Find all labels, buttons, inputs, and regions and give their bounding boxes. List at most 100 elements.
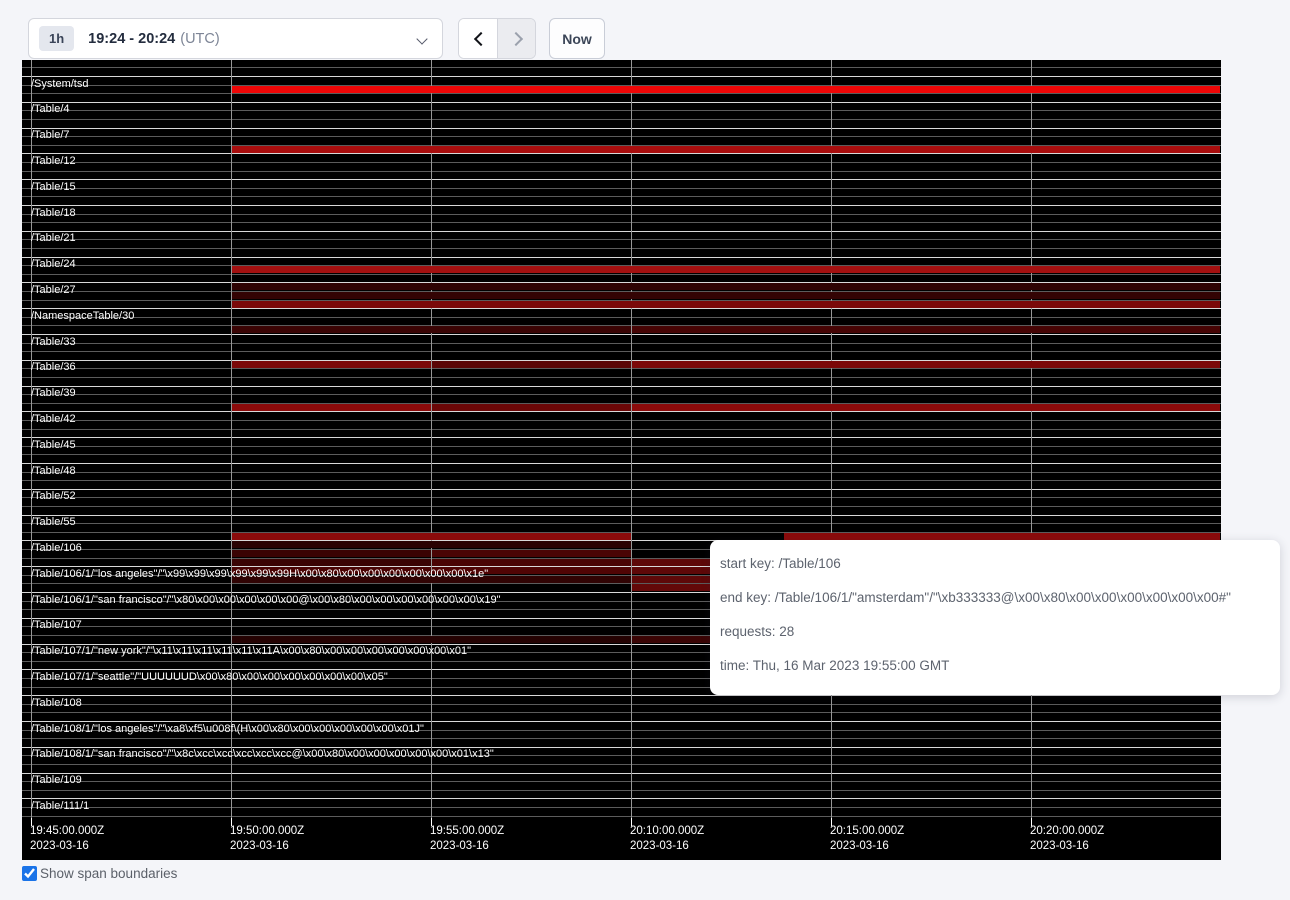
heatmap-row-label: /Table/39 — [31, 388, 76, 399]
grid-line-horizontal — [22, 67, 1221, 68]
axis-date-label: 2023-03-16 — [430, 840, 489, 852]
grid-line-horizontal — [22, 188, 1221, 189]
heat-band[interactable] — [232, 533, 631, 540]
span-boundary-line — [22, 695, 1221, 696]
grid-line-horizontal — [22, 704, 1221, 705]
grid-line-horizontal — [22, 446, 1221, 447]
heatmap-row-label: /Table/52 — [31, 491, 76, 502]
grid-line-horizontal — [22, 136, 1221, 137]
show-span-boundaries-label: Show span boundaries — [40, 866, 177, 881]
footer: Show span boundaries — [22, 866, 177, 881]
heat-band[interactable] — [232, 404, 431, 411]
heat-band[interactable] — [632, 361, 1220, 368]
next-time-button[interactable] — [497, 19, 535, 58]
heat-band[interactable] — [232, 559, 431, 566]
heat-band[interactable] — [432, 361, 631, 368]
grid-line-horizontal — [22, 377, 1221, 378]
heat-band[interactable] — [232, 636, 631, 643]
heat-band[interactable] — [232, 266, 1220, 273]
key-visualizer-heatmap[interactable]: /System/tsd/Table/4/Table/7/Table/12/Tab… — [22, 60, 1221, 860]
heatmap-row-label: /Table/18 — [31, 208, 76, 219]
heatmap-row-label: /Table/106/1/"los angeles"/"\x99\x99\x99… — [31, 569, 488, 580]
grid-line-horizontal — [22, 110, 1221, 111]
grid-line-horizontal — [22, 248, 1221, 249]
heat-band[interactable] — [432, 559, 631, 566]
span-boundary-line — [22, 257, 1221, 258]
span-boundary-line — [22, 334, 1221, 335]
hover-tooltip: start key: /Table/106 end key: /Table/10… — [710, 540, 1280, 695]
heatmap-row-label: /Table/106/1/"san francisco"/"\x80\x00\x… — [31, 595, 501, 606]
heatmap-row-label: /Table/55 — [31, 517, 76, 528]
grid-line-horizontal — [22, 394, 1221, 395]
grid-line-horizontal — [22, 472, 1221, 473]
grid-line-horizontal — [22, 790, 1221, 791]
grid-line-horizontal — [22, 738, 1221, 739]
heatmap-row-label: /Table/24 — [31, 259, 76, 270]
heatmap-row-label: /Table/33 — [31, 337, 76, 348]
grid-line-horizontal — [22, 162, 1221, 163]
prev-time-button[interactable] — [459, 19, 497, 58]
heatmap-row-label: /Table/107/1/"new york"/"\x11\x11\x11\x1… — [31, 646, 471, 657]
heatmap-row-label: /Table/106 — [31, 543, 82, 554]
heatmap-row-label: /Table/15 — [31, 182, 76, 193]
heatmap-row-label: /Table/108/1/"san francisco"/"\x8c\xcc\x… — [31, 749, 494, 760]
show-span-boundaries-checkbox[interactable] — [22, 866, 37, 881]
grid-line-vertical — [431, 60, 432, 818]
tooltip-end-key: end key: /Table/106/1/"amsterdam"/"\xb33… — [720, 581, 1270, 615]
heat-band[interactable] — [232, 326, 631, 333]
heat-band[interactable] — [232, 292, 1220, 299]
grid-line-horizontal — [22, 781, 1221, 782]
heatmap-row-label: /Table/108 — [31, 698, 82, 709]
heatmap-row-label: /Table/4 — [31, 104, 70, 115]
heat-band[interactable] — [232, 146, 1220, 153]
heatmap-row-label: /System/tsd — [31, 79, 88, 90]
grid-line-horizontal — [22, 317, 1221, 318]
grid-line-horizontal — [22, 274, 1221, 275]
time-range-select[interactable]: 1h 19:24 - 20:24 (UTC) — [28, 18, 443, 59]
axis-date-label: 2023-03-16 — [630, 840, 689, 852]
heat-band[interactable] — [232, 361, 431, 368]
grid-line-horizontal — [22, 429, 1221, 430]
heatmap-row-label: /Table/27 — [31, 285, 76, 296]
heatmap-row-label: /Table/45 — [31, 440, 76, 451]
heat-band[interactable] — [232, 550, 431, 557]
heatmap-row-label: /Table/107 — [31, 620, 82, 631]
heatmap-row-label: /Table/36 — [31, 362, 76, 373]
heat-band[interactable] — [784, 533, 1220, 540]
heat-band[interactable] — [232, 541, 631, 548]
grid-line-horizontal — [22, 480, 1221, 481]
grid-line-horizontal — [22, 807, 1221, 808]
heat-band[interactable] — [232, 86, 1220, 93]
tooltip-requests: requests: 28 — [720, 615, 1270, 649]
grid-line-horizontal — [22, 420, 1221, 421]
heat-band[interactable] — [632, 404, 1220, 411]
range-duration-badge: 1h — [39, 26, 74, 51]
now-button[interactable]: Now — [549, 18, 605, 59]
grid-line-horizontal — [22, 222, 1221, 223]
grid-line-horizontal — [22, 351, 1221, 352]
grid-line-horizontal — [22, 171, 1221, 172]
span-boundary-line — [22, 308, 1221, 309]
heatmap-row-label: /Table/109 — [31, 775, 82, 786]
heat-band[interactable] — [632, 326, 1220, 333]
grid-line-horizontal — [22, 343, 1221, 344]
grid-line-vertical — [231, 60, 232, 818]
span-boundary-line — [22, 153, 1221, 154]
span-boundary-line — [22, 231, 1221, 232]
span-boundary-line — [22, 798, 1221, 799]
heat-band[interactable] — [232, 301, 1220, 308]
grid-line-horizontal — [22, 93, 1221, 94]
heat-band[interactable] — [432, 550, 631, 557]
span-boundary-line — [22, 411, 1221, 412]
axis-time-label: 19:45:00.000Z — [30, 825, 104, 837]
grid-line-horizontal — [22, 816, 1221, 817]
grid-line-horizontal — [22, 764, 1221, 765]
span-boundary-line — [22, 721, 1221, 722]
heatmap-row-label: /Table/12 — [31, 156, 76, 167]
grid-line-horizontal — [22, 712, 1221, 713]
heat-band[interactable] — [432, 404, 631, 411]
heat-band[interactable] — [232, 283, 1220, 290]
span-boundary-line — [22, 386, 1221, 387]
grid-line-horizontal — [22, 214, 1221, 215]
range-timezone: (UTC) — [180, 31, 219, 47]
